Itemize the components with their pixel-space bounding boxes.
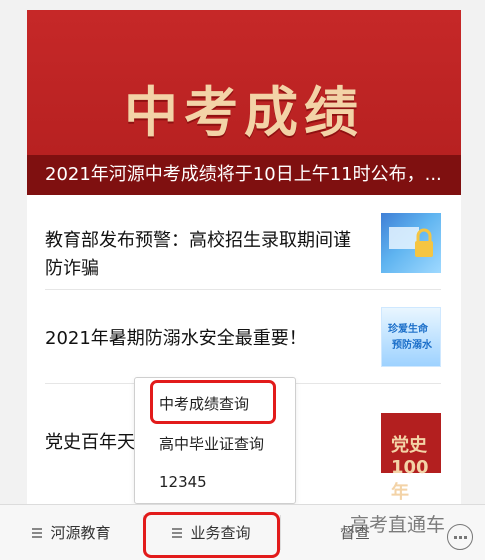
banner-caption[interactable]: 2021年河源中考成绩将于10日上午11时公布，... bbox=[27, 155, 461, 195]
list-item[interactable]: 2021年暑期防溺水安全最重要！ 珍爱生命 预防溺水 bbox=[45, 289, 441, 384]
menu-item-12345[interactable]: 12345 bbox=[159, 473, 207, 491]
menu-icon bbox=[32, 527, 43, 538]
article-title[interactable]: 2021年暑期防溺水安全最重要！ bbox=[45, 325, 365, 353]
thumb-text: 党史100年 bbox=[391, 435, 429, 503]
watermark-text: 高考直通车 bbox=[350, 514, 446, 536]
tab-business-query[interactable]: 业务查询 bbox=[143, 505, 280, 560]
business-query-menu: 中考成绩查询 高中毕业证查询 12345 bbox=[134, 377, 296, 504]
drowning-prevention-thumbnail: 珍爱生命 预防溺水 bbox=[381, 307, 441, 367]
banner-title: 中考成绩 bbox=[124, 81, 364, 144]
article-title[interactable]: 教育部发布预警：高校招生录取期间谨防诈骗 bbox=[45, 227, 365, 283]
menu-icon bbox=[172, 527, 183, 538]
tab-heyuan-education[interactable]: 河源教育 bbox=[0, 505, 143, 560]
party-history-thumbnail: 党史100年 bbox=[381, 413, 441, 503]
list-item[interactable]: 教育部发布预警：高校招生录取期间谨防诈骗 bbox=[45, 195, 441, 290]
menu-item-diploma-query[interactable]: 高中毕业证查询 bbox=[159, 433, 264, 454]
headline-banner[interactable]: 中考成绩 2021年河源中考成绩将于10日上午11时公布，... bbox=[27, 10, 461, 195]
thumb-text: 预防溺水 bbox=[392, 340, 432, 351]
tab-label: 业务查询 bbox=[190, 524, 251, 542]
menu-item-score-query[interactable]: 中考成绩查询 bbox=[159, 393, 249, 414]
anti-fraud-thumbnail bbox=[381, 213, 441, 273]
lock-icon bbox=[389, 227, 433, 257]
keyboard-icon[interactable] bbox=[447, 524, 473, 550]
tab-label: 河源教育 bbox=[50, 524, 111, 542]
thumb-text: 珍爱生命 bbox=[388, 324, 428, 335]
